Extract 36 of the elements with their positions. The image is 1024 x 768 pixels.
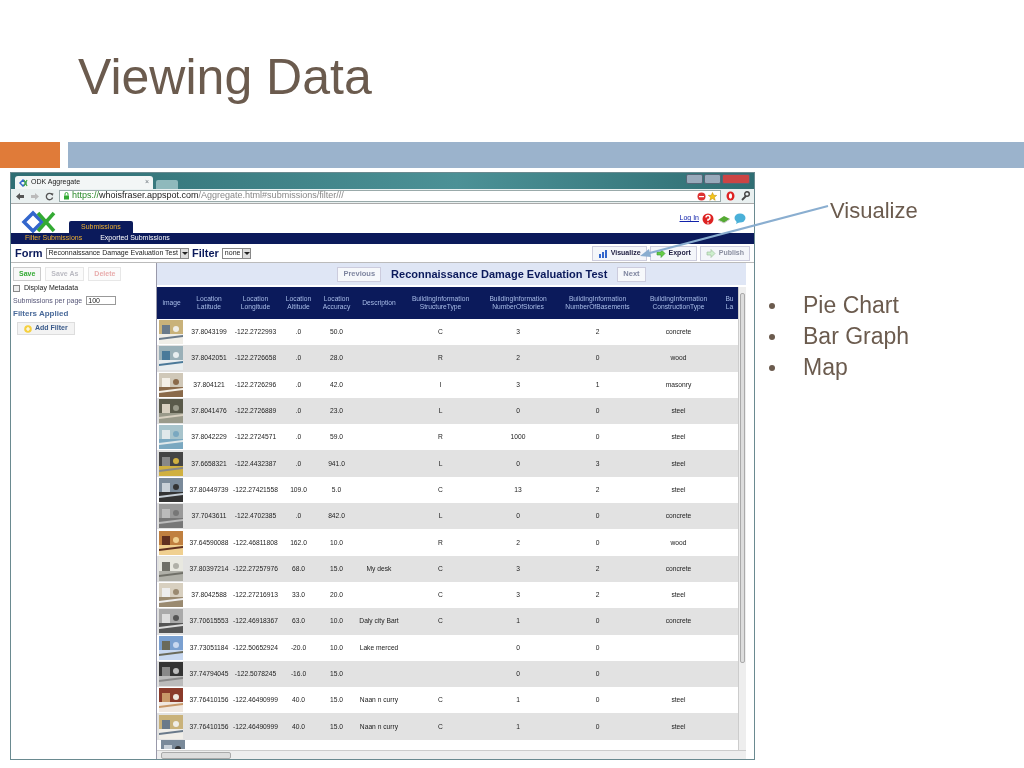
bullet-icon [769, 302, 775, 309]
chat-bubble-icon[interactable] [734, 213, 746, 224]
slide-title: Viewing Data [77, 48, 373, 107]
scrollbar[interactable] [157, 750, 746, 759]
reload-icon[interactable] [45, 191, 54, 201]
bullet-text: Pie Chart [803, 291, 899, 320]
filter-label: Filter [191, 245, 219, 261]
forward-icon[interactable] [30, 191, 40, 201]
stop-sign-icon[interactable] [697, 191, 706, 201]
arrow-icon [705, 248, 716, 258]
ring-icon[interactable] [726, 191, 735, 201]
bullet-icon [769, 333, 775, 340]
callout-text: Visualize [830, 197, 918, 225]
bar-chart-icon [597, 248, 608, 258]
form-label: Form [15, 245, 43, 261]
table-title: Reconnaissance Damage Evaluation Test [391, 266, 608, 282]
wrench-icon[interactable] [740, 191, 750, 201]
close-button[interactable] [722, 174, 750, 184]
plus-icon [24, 324, 32, 333]
url-text: https://whoisfraser.appspot.com/Aggregate.html#submissions/filter/// [72, 189, 344, 203]
address-bar[interactable]: https://whoisfraser.appspot.com/Aggregate.html#submissions/filter/// [59, 190, 721, 202]
lock-icon [63, 192, 70, 200]
star-icon[interactable] [708, 191, 717, 201]
help-icon[interactable] [702, 212, 714, 225]
app-logo-icon [19, 178, 28, 187]
bullet-icon [769, 364, 775, 371]
bullet-text: Map [803, 353, 848, 382]
bullet-text: Bar Graph [803, 322, 910, 351]
minimize-button[interactable] [686, 174, 703, 184]
checkbox[interactable] [13, 284, 20, 292]
section-heading: Filters Applied [13, 308, 70, 320]
back-icon[interactable] [15, 191, 25, 201]
maximize-button[interactable] [704, 174, 721, 184]
scrollbar[interactable] [738, 287, 746, 750]
accent-bar [0, 142, 60, 168]
arrow-icon [655, 248, 666, 258]
